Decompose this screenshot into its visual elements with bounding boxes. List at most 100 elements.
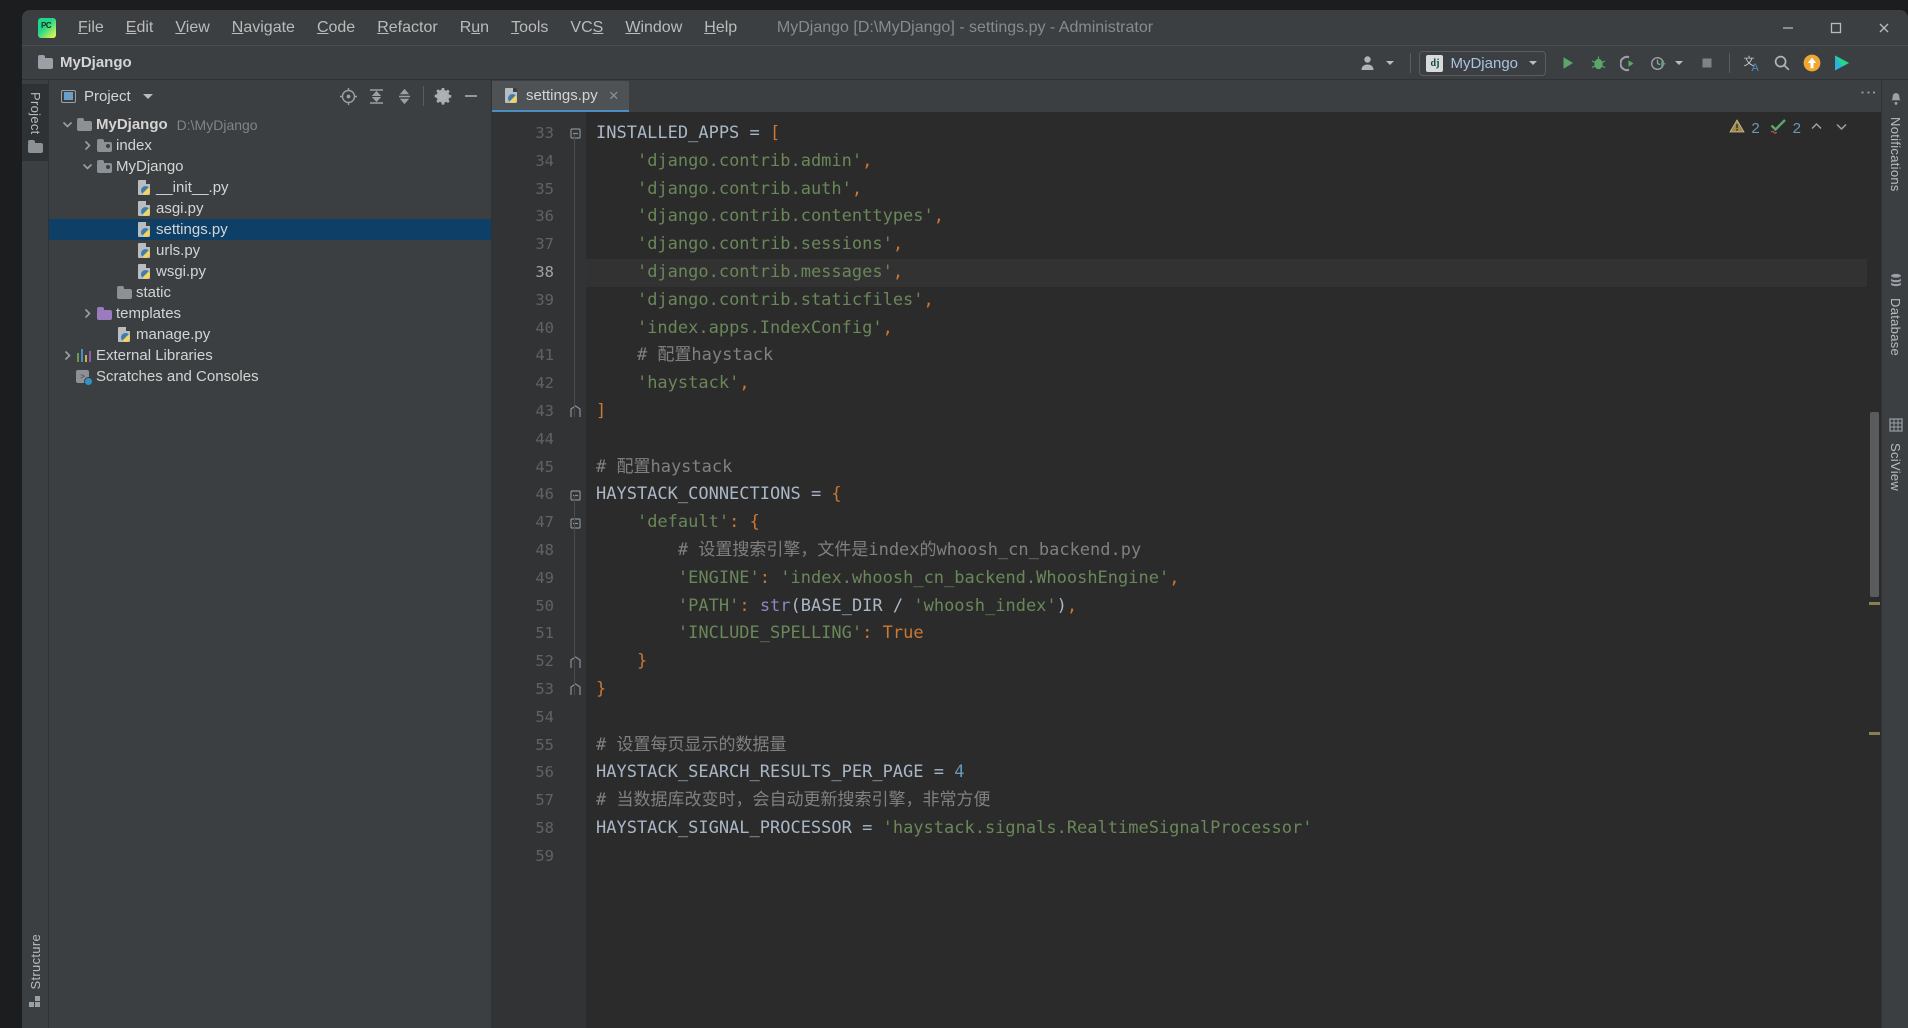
locate-icon[interactable] — [336, 84, 360, 108]
sidebar-item-database[interactable]: Database — [1882, 265, 1908, 364]
sidebar-item-sciview[interactable]: SciView — [1882, 410, 1908, 499]
code-line[interactable]: HAYSTACK_CONNECTIONS = { — [586, 481, 1867, 509]
gear-icon[interactable] — [431, 84, 455, 108]
collapse-all-icon[interactable] — [392, 84, 416, 108]
menu-refactor[interactable]: Refactor — [367, 15, 447, 41]
tree-node-index[interactable]: index — [49, 135, 491, 156]
code-line[interactable]: 'ENGINE': 'index.whoosh_cn_backend.Whoos… — [586, 565, 1867, 593]
code-line[interactable]: INSTALLED_APPS = [ — [586, 120, 1867, 148]
code-line[interactable]: # 设置搜索引擎，文件是index的whoosh_cn_backend.py — [586, 537, 1867, 565]
ide-play-icon[interactable] — [1828, 50, 1856, 76]
warning-triangle-icon[interactable] — [1729, 118, 1746, 138]
error-stripe-scrollbar[interactable] — [1867, 112, 1881, 1028]
tree-toggle-expanded-icon[interactable] — [59, 119, 75, 130]
code-content[interactable]: 2 2 INSTALLED_APPS = [ 'django.contrib.a… — [586, 112, 1867, 1028]
tree-node-settings-py[interactable]: settings.py — [49, 219, 491, 240]
editor-tab-overflow-icon[interactable]: ⋮ — [1859, 84, 1878, 103]
code-line[interactable]: 'INCLUDE_SPELLING': True — [586, 620, 1867, 648]
user-chevron-down-icon[interactable] — [1386, 61, 1395, 65]
code-line[interactable] — [586, 426, 1867, 454]
code-line[interactable]: 'django.contrib.contenttypes', — [586, 203, 1867, 231]
tree-node-mydjango[interactable]: MyDjango D:\MyDjango — [49, 114, 491, 135]
profile-button[interactable] — [1644, 50, 1672, 76]
maximize-button[interactable] — [1812, 10, 1860, 46]
sidebar-item-project[interactable]: Project — [22, 84, 49, 161]
tree-node-wsgi-py[interactable]: wsgi.py — [49, 261, 491, 282]
sidebar-item-structure[interactable]: Structure — [22, 926, 49, 1022]
fold-close-icon[interactable] — [564, 398, 586, 426]
tree-node-urls-py[interactable]: urls.py — [49, 240, 491, 261]
project-tree[interactable]: MyDjango D:\MyDjango index MyDjango __init__… — [49, 112, 491, 1028]
menu-file[interactable]: File — [68, 15, 114, 41]
code-line[interactable]: 'django.contrib.messages', — [586, 258, 1867, 287]
tree-toggle-collapsed-icon[interactable] — [79, 308, 95, 319]
editor-tab-settings[interactable]: settings.py × — [492, 81, 629, 112]
close-tab-icon[interactable]: × — [609, 86, 619, 106]
menu-help[interactable]: Help — [694, 15, 747, 41]
profile-chevron-down-icon[interactable] — [1675, 61, 1683, 65]
code-line[interactable]: HAYSTACK_SIGNAL_PROCESSOR = 'haystack.si… — [586, 815, 1867, 843]
code-line[interactable]: # 配置haystack — [586, 342, 1867, 370]
code-line[interactable]: 'default': { — [586, 509, 1867, 537]
code-line[interactable]: # 当数据库改变时，会自动更新搜索引擎，非常方便 — [586, 787, 1867, 815]
fold-open-icon[interactable] — [564, 481, 586, 509]
code-line[interactable] — [586, 704, 1867, 732]
update-project-icon[interactable] — [1798, 50, 1826, 76]
fold-open-icon[interactable] — [564, 120, 586, 148]
tree-node-mydjango[interactable]: MyDjango — [49, 156, 491, 177]
menu-tools[interactable]: Tools — [501, 15, 558, 41]
stop-button[interactable] — [1693, 50, 1721, 76]
breadcrumb[interactable]: MyDjango — [22, 54, 132, 71]
fold-close2-icon[interactable] — [564, 648, 586, 676]
code-line[interactable]: 'django.contrib.admin', — [586, 148, 1867, 176]
run-configuration-selector[interactable]: dj MyDjango — [1419, 50, 1546, 76]
tree-toggle-collapsed-icon[interactable] — [79, 140, 95, 151]
run-button[interactable] — [1554, 50, 1582, 76]
search-everywhere-icon[interactable] — [1768, 50, 1796, 76]
tree-node-static[interactable]: static — [49, 282, 491, 303]
code-line[interactable] — [586, 843, 1867, 871]
project-view-chevron-down-icon[interactable] — [142, 93, 153, 99]
code-line[interactable]: 'haystack', — [586, 370, 1867, 398]
scrollbar-thumb[interactable] — [1870, 412, 1879, 597]
code-line[interactable]: } — [586, 648, 1867, 676]
minimize-button[interactable] — [1764, 10, 1812, 46]
debug-button[interactable] — [1584, 50, 1612, 76]
translate-icon[interactable]: 文A — [1738, 50, 1766, 76]
tree-node-templates[interactable]: templates — [49, 303, 491, 324]
tree-node-init-py[interactable]: __init__.py — [49, 177, 491, 198]
code-line[interactable]: } — [586, 676, 1867, 704]
hide-icon[interactable] — [459, 84, 483, 108]
code-line[interactable]: ] — [586, 398, 1867, 426]
menu-run[interactable]: Run — [450, 15, 499, 41]
tree-node-manage-py[interactable]: manage.py — [49, 324, 491, 345]
code-line[interactable]: 'PATH': str(BASE_DIR / 'whoosh_index'), — [586, 593, 1867, 621]
menu-vcs[interactable]: VCS — [560, 15, 613, 41]
menu-window[interactable]: Window — [615, 15, 692, 41]
tree-node-asgi-py[interactable]: asgi.py — [49, 198, 491, 219]
code-line[interactable]: # 配置haystack — [586, 454, 1867, 482]
user-icon[interactable] — [1355, 50, 1383, 76]
menu-code[interactable]: Code — [307, 15, 365, 41]
fold-open2-icon[interactable] — [564, 509, 586, 537]
close-button[interactable] — [1860, 10, 1908, 46]
code-line[interactable]: 'django.contrib.auth', — [586, 176, 1867, 204]
menu-view[interactable]: View — [165, 15, 219, 41]
next-problem-icon[interactable] — [1832, 119, 1851, 137]
code-line[interactable]: # 设置每页显示的数据量 — [586, 732, 1867, 760]
tree-node-scratches-and-consoles[interactable]: > Scratches and Consoles — [49, 366, 491, 387]
menu-edit[interactable]: Edit — [116, 15, 164, 41]
sidebar-item-notifications[interactable]: Notifications — [1882, 84, 1908, 200]
code-line[interactable]: 'django.contrib.staticfiles', — [586, 287, 1867, 315]
fold-close-icon[interactable] — [564, 676, 586, 704]
tree-toggle-expanded-icon[interactable] — [79, 161, 95, 172]
warning-stripe-marker[interactable] — [1869, 602, 1880, 605]
warning-stripe-marker[interactable] — [1869, 732, 1880, 735]
code-line[interactable]: 'django.contrib.sessions', — [586, 231, 1867, 259]
fold-gutter[interactable] — [564, 112, 586, 1028]
tree-toggle-collapsed-icon[interactable] — [59, 350, 75, 361]
typo-check-icon[interactable] — [1770, 118, 1787, 138]
menu-navigate[interactable]: Navigate — [222, 15, 305, 41]
code-line[interactable]: 'index.apps.IndexConfig', — [586, 315, 1867, 343]
previous-problem-icon[interactable] — [1807, 119, 1826, 137]
